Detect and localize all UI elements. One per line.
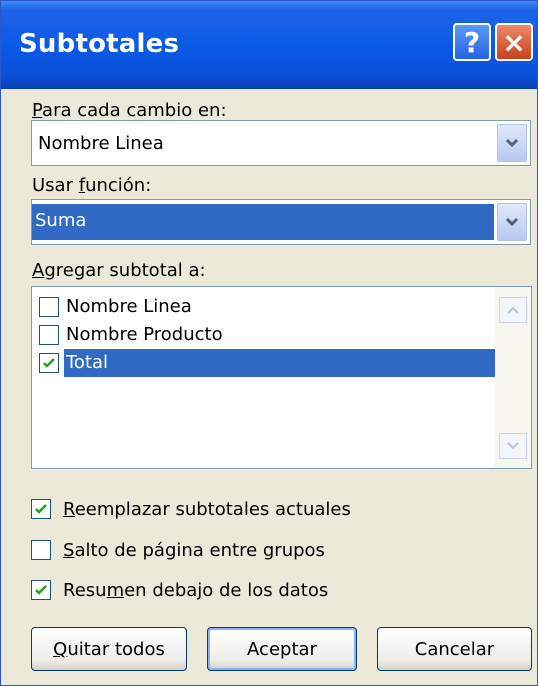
each-change-dropdown-button[interactable] (497, 124, 527, 162)
summary-below-checkbox[interactable] (31, 580, 51, 600)
replace-subtotals-checkbox[interactable] (31, 499, 51, 519)
checkmark-icon (43, 358, 55, 368)
summary-below-label: Resumen debajo de los datos (63, 579, 329, 601)
checkmark-icon (35, 504, 47, 514)
each-change-label: Para cada cambio en: (32, 100, 227, 121)
field-label: Total (64, 349, 496, 377)
remove-all-button[interactable]: Quitar todos (31, 627, 187, 671)
list-scrollbar[interactable] (495, 287, 531, 468)
function-select[interactable]: Suma (31, 199, 531, 245)
each-change-select[interactable]: Nombre Linea (31, 120, 531, 166)
checkmark-icon (35, 585, 47, 595)
page-break-checkbox[interactable] (31, 540, 51, 560)
subtotal-fields-list[interactable]: Nombre Linea Nombre Producto Total (31, 286, 532, 469)
chevron-down-icon (507, 442, 519, 450)
cancel-button[interactable]: Cancelar (377, 627, 532, 671)
add-subtotal-label: Agregar subtotal a: (32, 260, 206, 281)
chevron-down-icon (505, 217, 519, 227)
scroll-down-button[interactable] (499, 433, 527, 459)
chevron-down-icon (505, 138, 519, 148)
each-change-value: Nombre Linea (38, 133, 164, 154)
list-item[interactable]: Nombre Linea (32, 293, 194, 321)
summary-below-option[interactable]: Resumen debajo de los datos (31, 576, 328, 604)
function-label: Usar función: (32, 175, 152, 196)
close-button[interactable]: × (495, 23, 533, 61)
field-checkbox[interactable] (39, 297, 59, 317)
function-value: Suma (32, 204, 494, 240)
page-break-label: Salto de página entre grupos (63, 539, 325, 561)
function-dropdown-button[interactable] (497, 203, 527, 241)
subtotales-dialog: Subtotales ? × Para cada cambio en: Nomb… (0, 0, 538, 686)
dialog-title: Subtotales (19, 29, 180, 59)
replace-subtotals-label: Reemplazar subtotales actuales (63, 498, 351, 520)
field-label: Nombre Linea (66, 296, 192, 317)
field-checkbox[interactable] (39, 325, 59, 345)
close-icon: × (502, 25, 526, 59)
list-item[interactable]: Nombre Producto (32, 321, 225, 349)
list-item[interactable]: Total (32, 349, 496, 377)
accept-button[interactable]: Aceptar (207, 627, 357, 671)
page-break-option[interactable]: Salto de página entre grupos (31, 536, 325, 564)
help-button[interactable]: ? (453, 23, 491, 61)
field-checkbox[interactable] (39, 353, 59, 373)
help-icon: ? (463, 25, 481, 59)
title-bar[interactable]: Subtotales ? × (1, 1, 537, 89)
scroll-up-button[interactable] (499, 297, 527, 323)
chevron-up-icon (507, 306, 519, 314)
replace-subtotals-option[interactable]: Reemplazar subtotales actuales (31, 495, 351, 523)
field-label: Nombre Producto (66, 324, 223, 345)
